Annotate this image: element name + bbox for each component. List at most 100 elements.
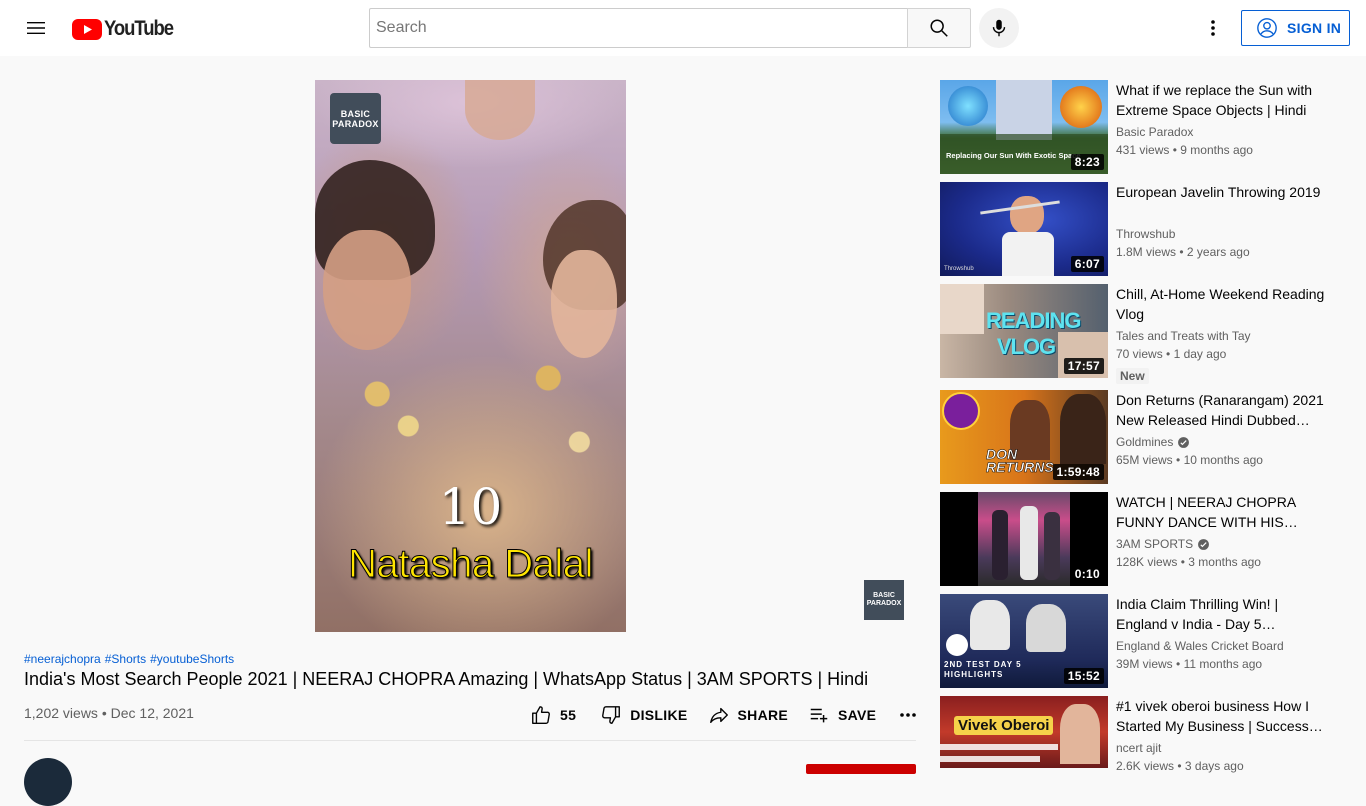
meta-separator: • [101,705,107,721]
subscribe-button[interactable] [806,764,916,774]
recommendation-channel[interactable]: Basic Paradox [1116,125,1193,139]
video-thumbnail[interactable]: DON RETURNS 1:59:48 [940,390,1108,484]
share-label: SHARE [737,707,789,723]
recommendation-title[interactable]: #1 vivek oberoi business How I Started M… [1116,696,1326,736]
video-duration: 6:07 [1070,256,1104,272]
rec-view-count: 128K views [1116,555,1178,569]
recommendation-item[interactable]: Replacing Our Sun With Exotic Space 8:23… [940,80,1342,174]
thumbnail-caption: Throwshub [944,266,974,272]
recommendation-channel[interactable]: England & Wales Cricket Board [1116,639,1284,653]
video-overlay-name: Natasha Dalal [348,542,594,587]
settings-more-button[interactable] [1197,12,1229,44]
more-horizontal-icon [900,713,917,717]
video-player[interactable]: BASIC PARADOX 10 Natasha Dalal BASIC PAR… [24,80,916,632]
sign-in-label: SIGN IN [1287,20,1342,36]
verified-icon [1178,436,1190,448]
recommendation-stats: 128K views • 3 months ago [1116,555,1261,569]
recommendation-title[interactable]: India Claim Thrilling Win! | England v I… [1116,594,1326,634]
search-button[interactable] [907,8,971,48]
info-divider [24,740,916,741]
stats-separator: • [1180,555,1185,569]
search-box [369,8,908,48]
hashtag-link[interactable]: #neerajchopra [24,652,101,666]
video-thumbnail[interactable]: Vivek Oberoi [940,696,1108,768]
rec-view-count: 65M views [1116,453,1173,467]
recommendation-item[interactable]: DON RETURNS 1:59:48 Don Returns (Ranaran… [940,390,1342,484]
youtube-logo[interactable]: YouTube [72,17,182,41]
video-duration: 0:10 [1070,566,1104,582]
more-vertical-icon [1211,20,1215,36]
channel-avatar[interactable] [24,758,72,806]
hashtag-link[interactable]: #Shorts [105,652,146,666]
recommendation-stats: 431 views • 9 months ago [1116,143,1253,157]
thumbnail-caption: 2ND TEST DAY 5 HIGHLIGHTS [944,660,1022,679]
playlist-add-icon [810,708,828,723]
video-overlay-number: 10 [438,478,503,536]
video-meta: 1,202 views • Dec 12, 2021 [24,705,194,721]
video-actions: 55 DISLIKE SHARE SAVE [530,702,920,728]
recommendation-title[interactable]: European Javelin Throwing 2019 [1116,182,1326,202]
thumbs-up-icon [532,706,550,724]
video-thumbnail[interactable]: READING VLOG 17:57 [940,284,1108,378]
search-input[interactable] [370,9,908,47]
video-frame[interactable]: BASIC PARADOX 10 Natasha Dalal [315,80,626,632]
channel-name: ncert ajit [1116,741,1162,755]
recommendation-title[interactable]: WATCH | NEERAJ CHOPRA FUNNY DANCE WITH H… [1116,492,1326,532]
channel-watermark[interactable]: BASIC PARADOX [864,580,904,620]
recommendation-channel[interactable]: ncert ajit [1116,741,1161,755]
view-count: 1,202 views [24,705,98,721]
channel-name: Basic Paradox [1116,125,1194,139]
video-thumbnail[interactable]: 2ND TEST DAY 5 HIGHLIGHTS 15:52 [940,594,1108,688]
recommendation-title[interactable]: Chill, At-Home Weekend Reading Vlog [1116,284,1326,324]
video-duration: 1:59:48 [1052,464,1104,480]
save-button[interactable]: SAVE [808,704,876,726]
recommendation-title[interactable]: What if we replace the Sun with Extreme … [1116,80,1326,120]
like-count: 55 [560,707,577,723]
thumbnail-caption: Vivek Oberoi [954,716,1054,735]
like-button[interactable]: 55 [530,704,576,726]
dislike-button[interactable]: DISLIKE [600,704,687,726]
recommendation-item[interactable]: Throwshub 6:07 European Javelin Throwing… [940,182,1342,276]
rec-age: 11 months ago [1183,657,1263,671]
rec-age: 1 day ago [1173,347,1227,361]
guide-menu-button[interactable] [20,12,52,44]
rec-view-count: 431 views [1116,143,1170,157]
recommendation-item[interactable]: 2ND TEST DAY 5 HIGHLIGHTS 15:52 India Cl… [940,594,1342,688]
share-button[interactable]: SHARE [708,704,789,726]
hashtag-link[interactable]: #youtubeShorts [150,652,234,666]
hashtags: #neerajchopra #Shorts #youtubeShorts [24,652,234,666]
video-thumbnail[interactable]: 0:10 [940,492,1108,586]
recommendation-stats: 2.6K views • 3 days ago [1116,759,1244,773]
video-duration: 17:57 [1063,358,1104,374]
recommendation-channel[interactable]: 3AM SPORTS [1116,537,1210,551]
logo-text: YouTube [104,17,174,40]
recommendation-item[interactable]: 0:10 WATCH | NEERAJ CHOPRA FUNNY DANCE W… [940,492,1342,586]
recommendation-channel[interactable]: Throwshub [1116,227,1175,241]
dislike-label: DISLIKE [630,707,688,723]
channel-badge-overlay: BASIC PARADOX [330,93,381,144]
recommendation-channel[interactable]: Tales and Treats with Tay [1116,329,1251,343]
rec-age: 3 days ago [1184,759,1244,773]
rec-view-count: 70 views [1116,347,1163,361]
video-thumbnail[interactable]: Replacing Our Sun With Exotic Space 8:23 [940,80,1108,174]
thumbs-down-icon [602,706,621,724]
voice-search-button[interactable] [979,8,1019,48]
recommendation-stats: 1.8M views • 2 years ago [1116,245,1250,259]
recommendation-title[interactable]: Don Returns (Ranarangam) 2021 New Releas… [1116,390,1326,430]
rec-view-count: 39M views [1116,657,1173,671]
stats-separator: • [1172,143,1177,157]
sign-in-button[interactable]: SIGN IN [1241,10,1350,46]
ecb-crest-art [946,634,968,656]
video-title: India's Most Search People 2021 | NEERAJ… [24,669,869,689]
more-actions-button[interactable] [896,703,920,727]
recommendation-channel[interactable]: Goldmines [1116,435,1190,449]
channel-name: 3AM SPORTS [1116,537,1194,551]
stats-separator: • [1177,759,1182,773]
thumbnail-caption: DON RETURNS [986,446,1054,475]
rec-view-count: 1.8M views [1116,245,1177,259]
recommendation-item[interactable]: READING VLOG 17:57 Chill, At-Home Weeken… [940,284,1342,384]
video-thumbnail[interactable]: Throwshub 6:07 [940,182,1108,276]
recommendation-item[interactable]: Vivek Oberoi #1 vivek oberoi business Ho… [940,696,1342,773]
verified-icon [1198,538,1210,550]
microphone-icon [992,19,1006,37]
